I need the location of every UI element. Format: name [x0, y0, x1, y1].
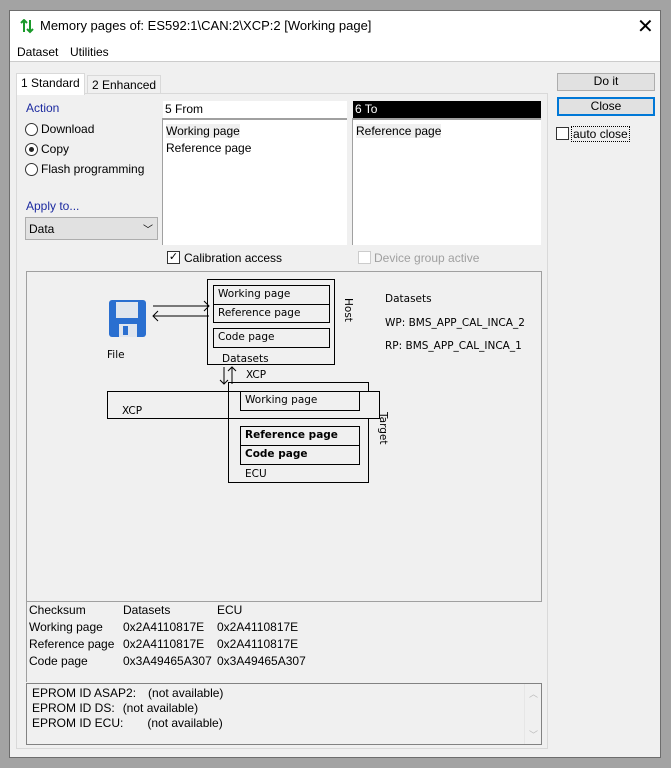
checksum-table: Checksum Datasets ECU Working page 0x2A4…: [26, 602, 542, 682]
eprom-list: EPROM ID ASAP2: (not available) EPROM ID …: [32, 686, 223, 731]
host-working-page: Working page: [214, 286, 329, 305]
menu-bar: Dataset Utilities: [10, 43, 660, 62]
wp-dataset: WP: BMS_APP_CAL_INCA_2: [385, 317, 525, 329]
host-reference-page: Reference page: [218, 307, 301, 319]
eprom-label: EPROM ID ECU:: [32, 716, 124, 730]
device-group-active-checkbox: [358, 251, 371, 264]
do-it-button[interactable]: Do it: [557, 73, 655, 91]
ecu-checksum: 0x2A4110817E: [217, 620, 299, 634]
download-label[interactable]: Download: [41, 122, 94, 136]
host-pages-box: Working page Reference page: [213, 285, 330, 323]
close-icon[interactable]: ✕: [637, 14, 654, 39]
to-header-label: 6 To: [355, 102, 378, 116]
eprom-ecu: EPROM ID ECU: (not available): [32, 716, 223, 731]
host-label: Host: [342, 298, 354, 322]
download-radio[interactable]: [25, 123, 38, 136]
target-reference-page: Reference page: [241, 427, 359, 446]
flash-programming-radio[interactable]: [25, 163, 38, 176]
datasets-title: Datasets: [385, 293, 432, 305]
title-bar: Memory pages of: ES592:1\CAN:2\XCP:2 [Wo…: [10, 11, 660, 43]
from-header: 5 From: [163, 101, 347, 118]
target-label: Target: [377, 412, 389, 445]
eprom-value: (not available): [148, 686, 224, 700]
auto-close-label[interactable]: auto close: [571, 126, 630, 142]
ecu-label: ECU: [245, 468, 267, 480]
calibration-access-label[interactable]: Calibration access: [184, 251, 282, 265]
tab-enhanced[interactable]: 2 Enhanced: [87, 75, 162, 94]
host-code-page: Code page: [213, 328, 330, 348]
eprom-asap2: EPROM ID ASAP2: (not available): [32, 686, 223, 701]
ecu-checksum: 0x2A4110817E: [217, 637, 299, 651]
target-working-page: Working page: [240, 391, 360, 411]
eprom-value: (not available): [122, 701, 199, 715]
host-datasets-label: Datasets: [222, 353, 269, 365]
diagram-area: File Working page Reference page Code pa…: [26, 271, 542, 602]
apply-to-dropdown[interactable]: Data ﹀: [25, 217, 158, 240]
target-code-page: Code page: [245, 448, 308, 460]
eprom-scrollbar[interactable]: ︿ ﹀: [524, 684, 541, 744]
eprom-ds: EPROM ID DS: (not available): [32, 701, 223, 716]
xcp-label: XCP: [122, 405, 143, 417]
auto-close-checkbox[interactable]: [556, 127, 569, 140]
menu-dataset[interactable]: Dataset: [17, 45, 58, 59]
from-list[interactable]: Working page Reference page: [162, 118, 347, 245]
action-label: Action: [26, 101, 60, 115]
tab-standard[interactable]: 1 Standard: [16, 73, 85, 95]
window-title: Memory pages of: ES592:1\CAN:2\XCP:2 [Wo…: [40, 18, 372, 33]
calibration-access-checkbox[interactable]: ✓: [167, 251, 180, 264]
datasets-checksum: 0x2A4110817E: [123, 637, 205, 651]
datasets-checksum: 0x3A49465A307: [123, 654, 212, 668]
flash-programming-label[interactable]: Flash programming: [41, 162, 144, 176]
eprom-label: EPROM ID ASAP2:: [32, 686, 137, 700]
row-label: Working page: [29, 620, 103, 634]
copy-radio[interactable]: [25, 143, 38, 156]
scroll-up-icon[interactable]: ︿: [529, 687, 538, 700]
chevron-down-icon: ﹀: [143, 225, 153, 236]
row-label: Code page: [29, 654, 88, 668]
apply-to-label: Apply to...: [26, 199, 80, 213]
memory-pages-icon: [20, 19, 34, 34]
to-list[interactable]: Reference page: [352, 118, 541, 245]
menu-utilities[interactable]: Utilities: [70, 45, 109, 59]
from-item-working-page[interactable]: Working page: [166, 124, 240, 138]
eprom-value: (not available): [147, 716, 223, 730]
checksum-header: Checksum: [29, 603, 86, 617]
from-header-label: 5 From: [165, 102, 204, 116]
from-item-reference-page[interactable]: Reference page: [166, 141, 251, 155]
target-pages-box: Reference page Code page: [240, 426, 360, 465]
memory-pages-window: Memory pages of: ES592:1\CAN:2\XCP:2 [Wo…: [9, 10, 661, 758]
ecu-header: ECU: [217, 603, 243, 617]
rp-dataset: RP: BMS_APP_CAL_INCA_1: [385, 340, 522, 352]
row-label: Reference page: [29, 637, 115, 651]
copy-label[interactable]: Copy: [41, 142, 69, 156]
to-header: 6 To: [353, 101, 541, 118]
device-group-active-label: Device group active: [374, 251, 480, 265]
apply-to-value: Data: [29, 222, 55, 236]
datasets-checksum: 0x2A4110817E: [123, 620, 205, 634]
datasets-header: Datasets: [123, 603, 171, 617]
xcp-arrow-label: XCP: [246, 369, 267, 381]
ecu-checksum: 0x3A49465A307: [217, 654, 306, 668]
close-button[interactable]: Close: [557, 97, 655, 116]
to-item-reference-page[interactable]: Reference page: [356, 124, 442, 138]
eprom-label: EPROM ID DS:: [32, 701, 115, 715]
scroll-down-icon[interactable]: ﹀: [529, 728, 538, 741]
eprom-info-box[interactable]: EPROM ID ASAP2: (not available) EPROM ID …: [26, 683, 542, 745]
